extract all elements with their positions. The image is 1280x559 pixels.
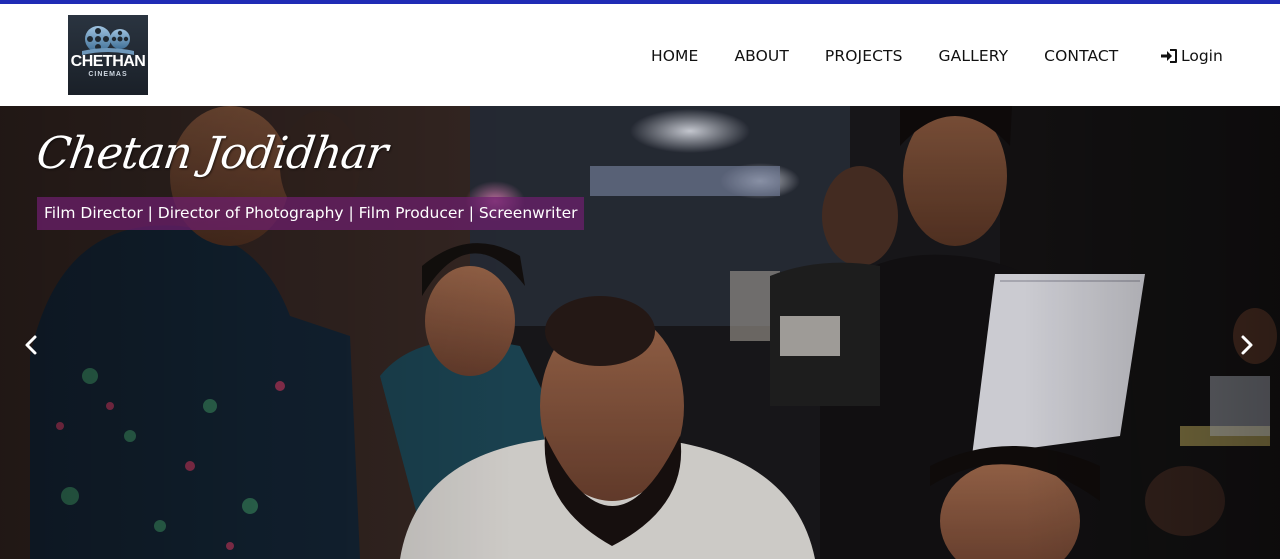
logo-subtitle: CINEMAS bbox=[88, 71, 128, 78]
carousel-next-button[interactable] bbox=[1238, 334, 1256, 356]
hero-roles: Film Director | Director of Photography … bbox=[37, 197, 585, 230]
main-nav: HOME ABOUT PROJECTS GALLERY CONTACT bbox=[651, 44, 1154, 68]
nav-home-link[interactable]: HOME bbox=[651, 47, 698, 65]
nav-projects-link[interactable]: PROJECTS bbox=[825, 47, 903, 65]
logo-title: CHETHAN bbox=[70, 53, 146, 70]
nav-about-link[interactable]: ABOUT bbox=[734, 47, 788, 65]
hero-name: Chetan Jodidhar bbox=[33, 128, 391, 179]
login-label: Login bbox=[1181, 47, 1223, 65]
sign-in-icon bbox=[1161, 49, 1177, 63]
login-link[interactable]: Login bbox=[1160, 44, 1223, 68]
chevron-right-icon bbox=[1241, 335, 1253, 355]
hero-carousel: Chetan Jodidhar Film Director | Director… bbox=[0, 106, 1280, 559]
brand-logo[interactable]: CHETHAN CINEMAS bbox=[68, 15, 148, 95]
chevron-left-icon bbox=[25, 335, 37, 355]
nav-contact-link[interactable]: CONTACT bbox=[1044, 47, 1118, 65]
carousel-prev-button[interactable] bbox=[22, 334, 40, 356]
navbar: CHETHAN CINEMAS HOME ABOUT PROJECTS GALL… bbox=[0, 4, 1280, 106]
nav-gallery-link[interactable]: GALLERY bbox=[939, 47, 1009, 65]
